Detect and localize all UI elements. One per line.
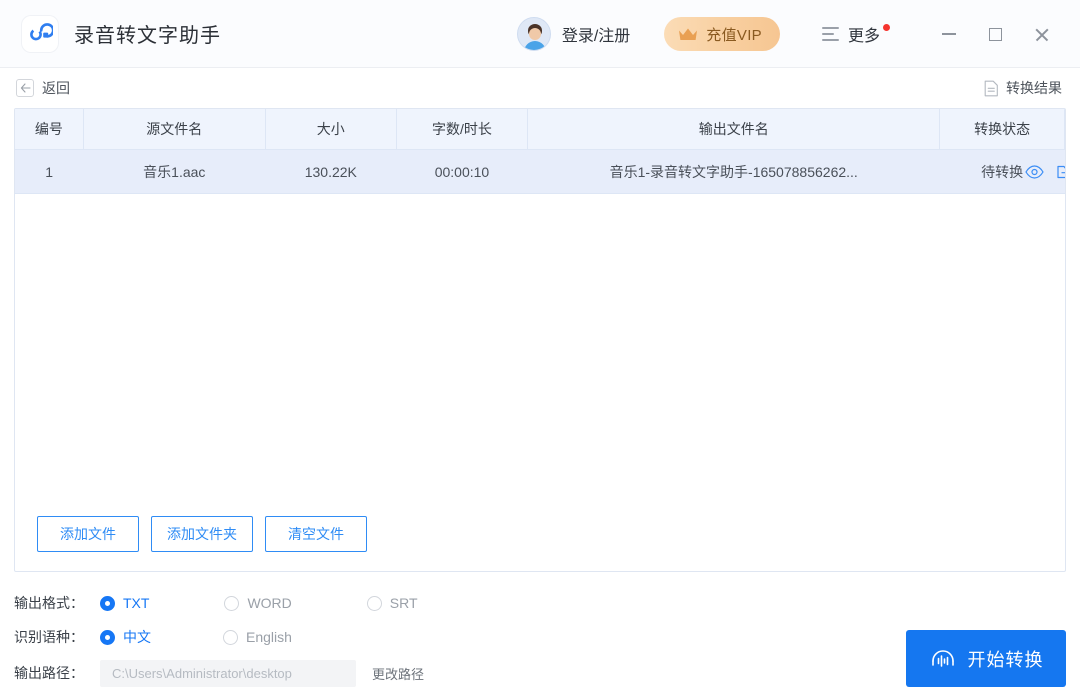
recharge-vip-button[interactable]: 充值VIP <box>664 17 780 51</box>
cell-output: 音乐1-录音转文字助手-165078856262... <box>528 150 940 194</box>
output-format-label: 输出格式： <box>14 593 100 613</box>
cell-actions <box>1064 150 1065 194</box>
column-header-size: 大小 <box>265 109 396 150</box>
app-logo-icon <box>22 16 58 52</box>
column-header-output: 输出文件名 <box>528 109 940 150</box>
settings-footer: 输出格式： TXT WORD SRT 识别语种： 中文 <box>0 572 1080 700</box>
format-option-txt-label: TXT <box>123 595 149 611</box>
cell-duration: 00:00:10 <box>396 150 527 194</box>
crown-icon <box>678 27 698 42</box>
app-window: 录音转文字助手 登录/注册 充值VIP <box>0 0 1080 700</box>
minimize-icon <box>942 33 956 35</box>
cell-status: 待转换 <box>940 150 1065 194</box>
open-folder-icon[interactable] <box>1057 164 1066 179</box>
cell-no: 1 <box>15 150 83 194</box>
column-header-status: 转换状态 <box>940 109 1065 150</box>
login-register-button[interactable]: 登录/注册 <box>517 17 630 51</box>
sub-toolbar: 返回 转换结果 <box>0 68 1080 108</box>
maximize-button[interactable] <box>972 12 1018 56</box>
change-path-button[interactable]: 更改路径 <box>372 664 424 683</box>
window-controls <box>926 12 1080 56</box>
clear-files-button[interactable]: 清空文件 <box>265 516 367 552</box>
more-menu-label: 更多 <box>848 22 880 46</box>
radio-txt-icon <box>100 596 115 611</box>
column-header-source: 源文件名 <box>83 109 265 150</box>
language-option-english-label: English <box>246 629 292 645</box>
radio-english-icon <box>223 630 238 645</box>
cell-source: 音乐1.aac <box>83 150 265 194</box>
login-register-label: 登录/注册 <box>562 22 630 46</box>
hamburger-menu-icon <box>822 27 839 41</box>
file-actions-bar: 添加文件 添加文件夹 清空文件 <box>15 497 1065 571</box>
language-option-english[interactable]: English <box>223 629 292 645</box>
notification-dot <box>883 24 890 31</box>
minimize-button[interactable] <box>926 12 972 56</box>
back-label: 返回 <box>42 78 70 98</box>
arrow-left-icon <box>16 79 34 97</box>
column-header-no: 编号 <box>15 109 83 150</box>
conversion-result-button[interactable]: 转换结果 <box>984 78 1062 98</box>
output-format-row: 输出格式： TXT WORD SRT <box>14 586 1080 620</box>
titlebar-right-group: 登录/注册 充值VIP 更多 <box>517 0 1080 68</box>
close-button[interactable] <box>1018 12 1064 56</box>
radio-word-icon <box>224 596 239 611</box>
format-option-word-label: WORD <box>247 595 291 611</box>
format-option-srt[interactable]: SRT <box>367 595 418 611</box>
more-menu-button[interactable]: 更多 <box>822 22 890 46</box>
file-list-empty-area <box>15 194 1065 497</box>
language-label: 识别语种： <box>14 627 100 647</box>
radio-chinese-icon <box>100 630 115 645</box>
cell-size: 130.22K <box>265 150 396 194</box>
recharge-vip-label: 充值VIP <box>706 24 762 45</box>
file-list-panel: 编号 源文件名 大小 字数/时长 输出文件名 转换状态 操作 1 音乐1.aac… <box>14 108 1066 572</box>
preview-eye-icon[interactable] <box>1025 165 1044 179</box>
user-avatar-icon <box>517 17 551 51</box>
output-path-input[interactable] <box>100 660 356 687</box>
table-header-row: 编号 源文件名 大小 字数/时长 输出文件名 转换状态 操作 <box>15 109 1065 150</box>
output-path-label: 输出路径： <box>14 663 100 683</box>
maximize-icon <box>989 28 1002 41</box>
format-option-txt[interactable]: TXT <box>100 595 149 611</box>
add-file-button[interactable]: 添加文件 <box>37 516 139 552</box>
format-option-srt-label: SRT <box>390 595 418 611</box>
add-folder-button[interactable]: 添加文件夹 <box>151 516 253 552</box>
column-header-duration: 字数/时长 <box>396 109 527 150</box>
title-bar: 录音转文字助手 登录/注册 充值VIP <box>0 0 1080 68</box>
radio-srt-icon <box>367 596 382 611</box>
column-header-actions: 操作 <box>1064 109 1065 150</box>
close-icon <box>1034 27 1049 42</box>
table-row[interactable]: 1 音乐1.aac 130.22K 00:00:10 音乐1-录音转文字助手-1… <box>15 150 1065 194</box>
conversion-result-label: 转换结果 <box>1006 78 1062 98</box>
audio-wave-circle-icon <box>929 645 957 673</box>
language-option-chinese-label: 中文 <box>123 627 151 647</box>
start-conversion-label: 开始转换 <box>968 646 1044 672</box>
back-button[interactable]: 返回 <box>16 78 70 98</box>
language-option-chinese[interactable]: 中文 <box>100 627 151 647</box>
format-option-word[interactable]: WORD <box>224 595 291 611</box>
document-icon <box>984 80 999 97</box>
page-title: 录音转文字助手 <box>74 19 221 48</box>
file-table: 编号 源文件名 大小 字数/时长 输出文件名 转换状态 操作 1 音乐1.aac… <box>15 109 1065 194</box>
start-conversion-button[interactable]: 开始转换 <box>906 630 1066 687</box>
